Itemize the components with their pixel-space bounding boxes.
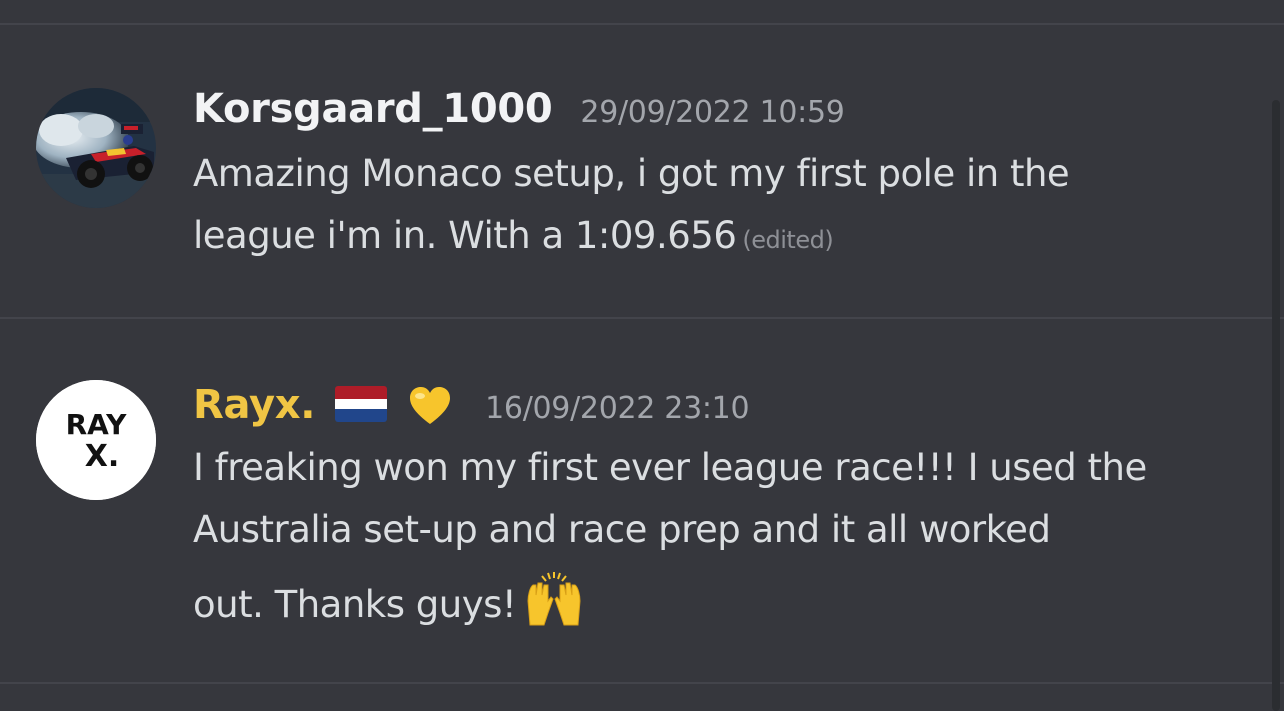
message-content: Amazing Monaco setup, i got my first pol… — [193, 143, 1260, 271]
username[interactable]: Rayx. — [193, 382, 315, 428]
avatar-logo-text-top: RAY — [66, 408, 128, 441]
message-line: Australia set-up and race prep and it al… — [193, 508, 1051, 551]
user-avatar[interactable] — [36, 88, 156, 208]
avatar-logo-text-bottom: X. — [85, 439, 120, 474]
message-header: Korsgaard_1000 29/09/2022 10:59 — [193, 86, 1260, 142]
message-line: league i'm in. With a 1:09.656 (edited) — [193, 205, 1260, 271]
scrollbar[interactable] — [1272, 100, 1280, 711]
message-line: Amazing Monaco setup, i got my first pol… — [193, 152, 1070, 195]
race-car-avatar-image — [36, 88, 156, 208]
user-avatar[interactable]: RAY X. — [36, 380, 156, 500]
message-line: out. Thanks guys! — [193, 571, 1260, 636]
timestamp[interactable]: 16/09/2022 23:10 — [485, 391, 749, 426]
message-divider — [0, 682, 1284, 684]
message-line-text: out. Thanks guys! — [193, 583, 517, 626]
message-divider — [0, 23, 1284, 25]
timestamp[interactable]: 29/09/2022 10:59 — [580, 95, 844, 130]
netherlands-flag-icon — [335, 386, 388, 422]
message-line-text: league i'm in. With a 1:09.656 — [193, 214, 737, 257]
username[interactable]: Korsgaard_1000 — [193, 86, 553, 132]
raising-hands-icon — [524, 571, 584, 627]
chat-screen: Korsgaard_1000 29/09/2022 10:59 Amazing … — [0, 0, 1284, 711]
message-divider — [0, 317, 1284, 319]
yellow-heart-icon — [409, 386, 451, 426]
message-line: I freaking won my first ever league race… — [193, 446, 1147, 489]
message-header: Rayx. 16/09/2022 23:10 — [193, 378, 1260, 434]
message-content: I freaking won my first ever league race… — [193, 437, 1260, 636]
rayx-logo-avatar-image: RAY X. — [36, 380, 156, 500]
edited-label: (edited) — [742, 226, 834, 254]
